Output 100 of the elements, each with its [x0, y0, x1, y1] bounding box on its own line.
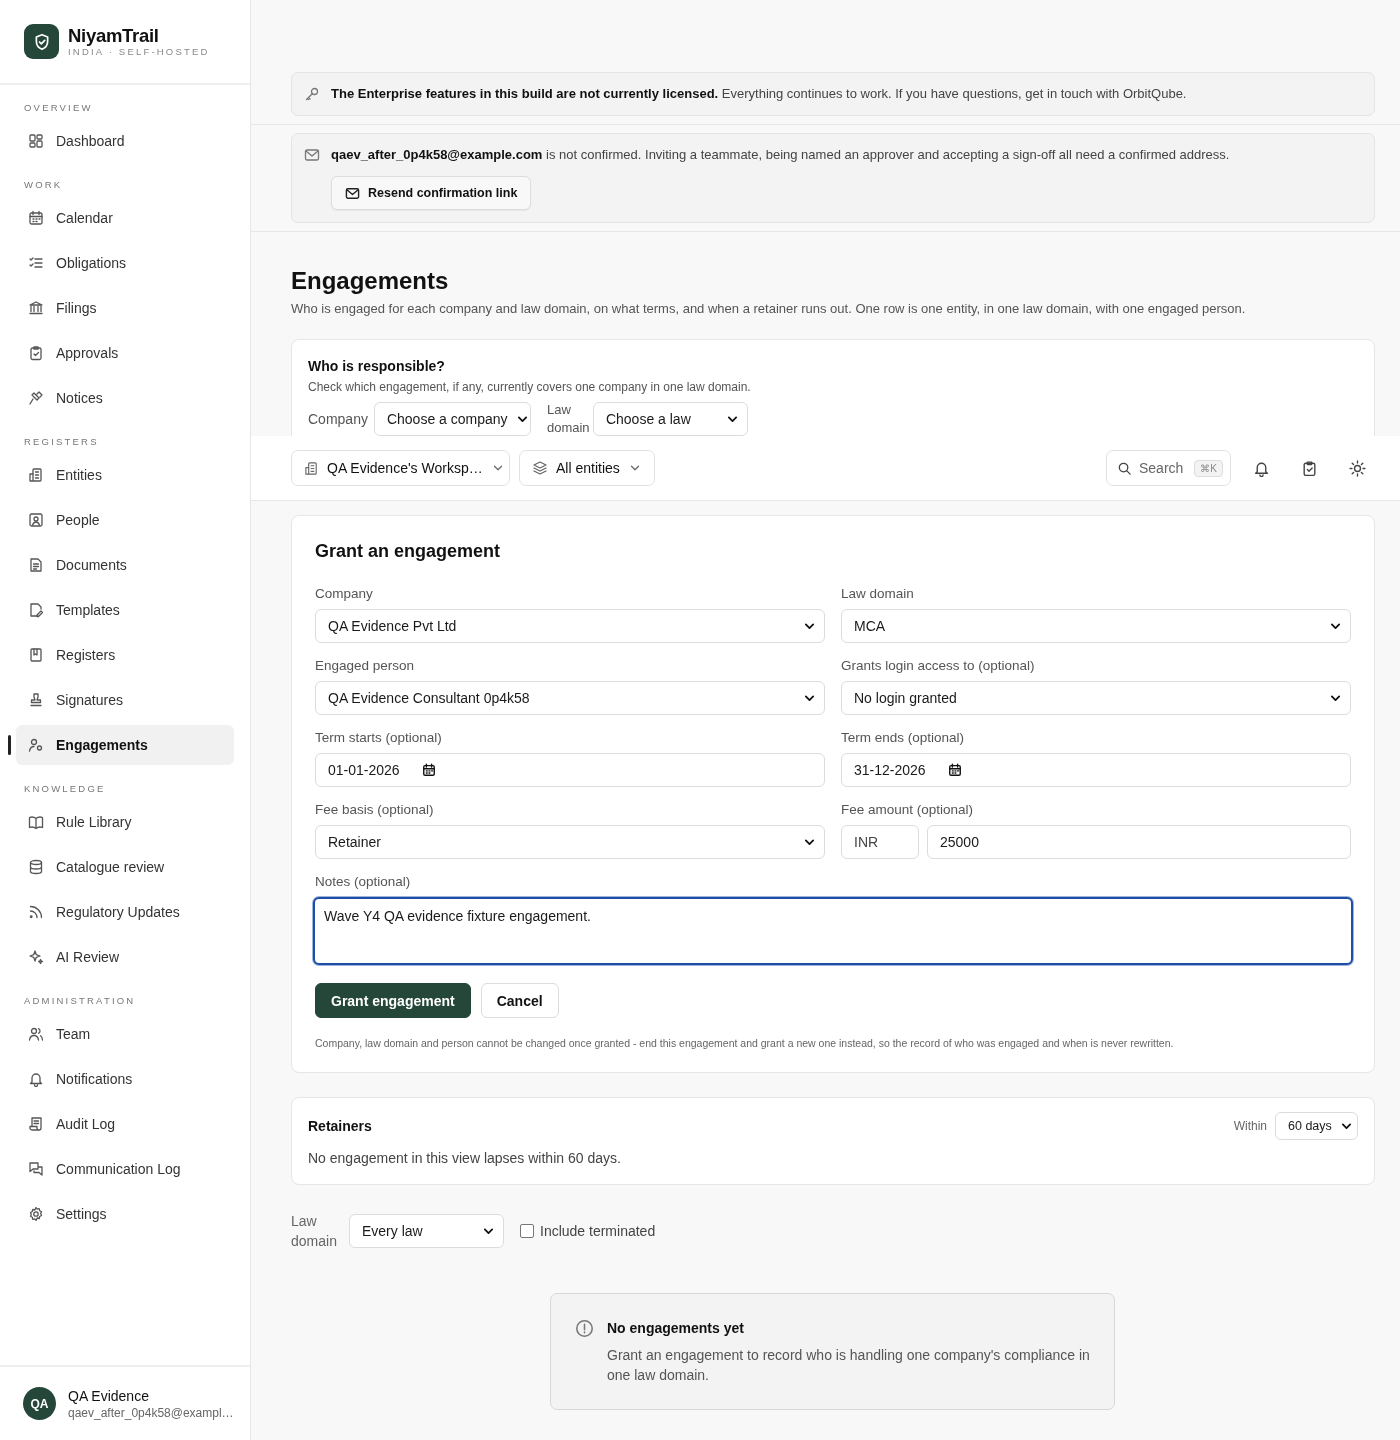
field-label: Grants login access to (optional) — [841, 657, 1036, 675]
page-description: Who is engaged for each company and law domain, on what terms, and when a retainer runs out. One row is one entity, in one law domain, with one engaged person. — [291, 300, 1247, 318]
select-field[interactable]: 60 days — [1275, 1112, 1358, 1140]
brand-name: NiyamTrail — [68, 25, 160, 46]
scope-switcher[interactable]: All entities — [519, 450, 655, 486]
workspace-switcher[interactable]: QA Evidence's Worksp… — [291, 450, 510, 486]
field-label: Engaged person — [315, 657, 416, 675]
user-avatar[interactable]: QA — [23, 1387, 56, 1420]
sidebar-item[interactable]: Catalogue review — [16, 847, 234, 887]
card-title: Retainers — [308, 1117, 372, 1135]
gavel-icon — [28, 390, 44, 406]
key-icon — [304, 86, 320, 102]
field-label: Company — [315, 585, 374, 603]
select-field[interactable]: No login granted — [841, 681, 1351, 715]
document-edit-icon — [28, 602, 44, 618]
select-field[interactable]: Retainer — [315, 825, 825, 859]
clipboard-check-icon — [1300, 459, 1318, 477]
field-label: Law domain — [291, 1212, 338, 1251]
user-email: qaev_after_0p4k58@exampl… — [68, 1404, 234, 1421]
page-title: Engagements — [291, 266, 450, 296]
checklist-icon — [28, 255, 44, 271]
field-label: Notes (optional) — [315, 873, 412, 891]
sidebar-item[interactable]: Approvals — [16, 333, 234, 373]
sidebar-item[interactable]: Documents — [16, 545, 234, 585]
section-heading: ADMINISTRATION — [24, 995, 136, 1007]
form-title: Grant an engagement — [315, 540, 502, 562]
banner-text: The Enterprise features in this build are not currently licensed. Everything continues to work. If you have questions, get in touch with OrbitQube. — [331, 85, 1187, 103]
grant-button[interactable]: Grant engagement — [315, 983, 471, 1018]
feed-icon — [28, 904, 44, 920]
date-field[interactable]: 31-12-2026 — [841, 753, 1351, 787]
section-heading: KNOWLEDGE — [24, 783, 106, 795]
notes-field[interactable]: Wave Y4 QA evidence fixture engagement. — [313, 897, 1353, 965]
id-card-icon — [28, 512, 44, 528]
calendar-icon — [28, 210, 44, 226]
cancel-button[interactable]: Cancel — [480, 983, 559, 1018]
sidebar-item[interactable]: Filings — [16, 288, 234, 328]
amount-field[interactable]: 25000 — [927, 825, 1351, 859]
sidebar-item[interactable]: Notices — [16, 378, 234, 418]
building-icon — [28, 467, 44, 483]
select-field[interactable]: QA Evidence Pvt Ltd — [315, 609, 825, 643]
sidebar-item[interactable]: Team — [16, 1014, 234, 1054]
bell-icon — [1252, 459, 1270, 477]
field-label: Company — [308, 410, 368, 429]
section-heading: REGISTERS — [24, 436, 99, 448]
select-field[interactable]: MCA — [841, 609, 1351, 643]
sidebar-item[interactable]: People — [16, 500, 234, 540]
sidebar-item[interactable]: Dashboard — [16, 121, 234, 161]
shortcut-hint: ⌘K — [1194, 459, 1224, 477]
sidebar-item[interactable]: AI Review — [16, 937, 234, 977]
book-icon — [28, 814, 44, 830]
sidebar-item[interactable]: Templates — [16, 590, 234, 630]
bell-icon — [28, 1071, 44, 1087]
clipboard-check-icon — [28, 345, 44, 361]
stamp-icon — [28, 692, 44, 708]
settings-icon — [28, 1206, 44, 1222]
dashboard-icon — [28, 133, 44, 149]
search-icon — [1117, 460, 1132, 476]
sidebar-item[interactable]: Entities — [16, 455, 234, 495]
sidebar-item[interactable]: Regulatory Updates — [16, 892, 234, 932]
section-heading: WORK — [24, 179, 63, 191]
select-field[interactable]: Choose a law — [592, 402, 748, 436]
checkbox[interactable] — [520, 1224, 534, 1238]
sidebar-item[interactable]: Rule Library — [16, 802, 234, 842]
select-field[interactable]: Every law — [349, 1214, 504, 1248]
sidebar-item[interactable]: Signatures — [16, 680, 234, 720]
mail-icon — [345, 186, 360, 201]
empty-state-title: No engagements yet — [607, 1319, 745, 1337]
bank-icon — [28, 300, 44, 316]
sidebar-item[interactable]: Calendar — [16, 198, 234, 238]
book-icon — [28, 647, 44, 663]
select-field[interactable]: QA Evidence Consultant 0p4k58 — [315, 681, 825, 715]
mail-icon — [304, 147, 320, 163]
form-footnote: Company, law domain and person cannot be changed once granted - end this engagement and grant a new one instead, so the record of who was engaged and when is never rewritten. — [315, 1036, 1175, 1051]
sun-icon — [1348, 459, 1366, 477]
building-icon — [304, 460, 319, 476]
field-label: Term starts (optional) — [315, 729, 443, 747]
chat-icon — [28, 1161, 44, 1177]
sparkles-icon — [28, 949, 44, 965]
select-field[interactable]: Choose a company — [373, 402, 531, 436]
sidebar-item[interactable]: Obligations — [16, 243, 234, 283]
sidebar-item[interactable]: Communication Log — [16, 1149, 234, 1189]
sidebar-item[interactable]: Registers — [16, 635, 234, 675]
checkbox-label: Include terminated — [540, 1223, 656, 1239]
currency-field[interactable]: INR — [841, 825, 919, 859]
date-field[interactable]: 01-01-2026 — [315, 753, 825, 787]
empty-state-text: Grant an engagement to record who is handling one company's compliance in one law domain. — [607, 1346, 1090, 1385]
calendar-icon — [947, 763, 962, 777]
resend-button[interactable]: Resend confirmation link — [331, 176, 532, 210]
document-icon — [28, 557, 44, 573]
users-icon — [28, 1026, 44, 1042]
sidebar-item[interactable]: Audit Log — [16, 1104, 234, 1144]
search-field[interactable]: Search ⌘K — [1106, 450, 1231, 486]
section-heading: OVERVIEW — [24, 102, 93, 114]
card-hint: Check which engagement, if any, currently covers one company in one law domain. — [308, 379, 752, 395]
sidebar-item[interactable]: Notifications — [16, 1059, 234, 1099]
field-label: Law domain — [546, 401, 587, 436]
sidebar-item[interactable]: Settings — [16, 1194, 234, 1234]
alert-icon — [575, 1319, 594, 1338]
retainers-message: No engagement in this view lapses within 60 days. — [308, 1149, 622, 1168]
banner-text: qaev_after_0p4k58@example.com is not confirmed. Inviting a teammate, being named an approver and accepting a sign-off all need a confirmed address. — [331, 146, 1230, 164]
